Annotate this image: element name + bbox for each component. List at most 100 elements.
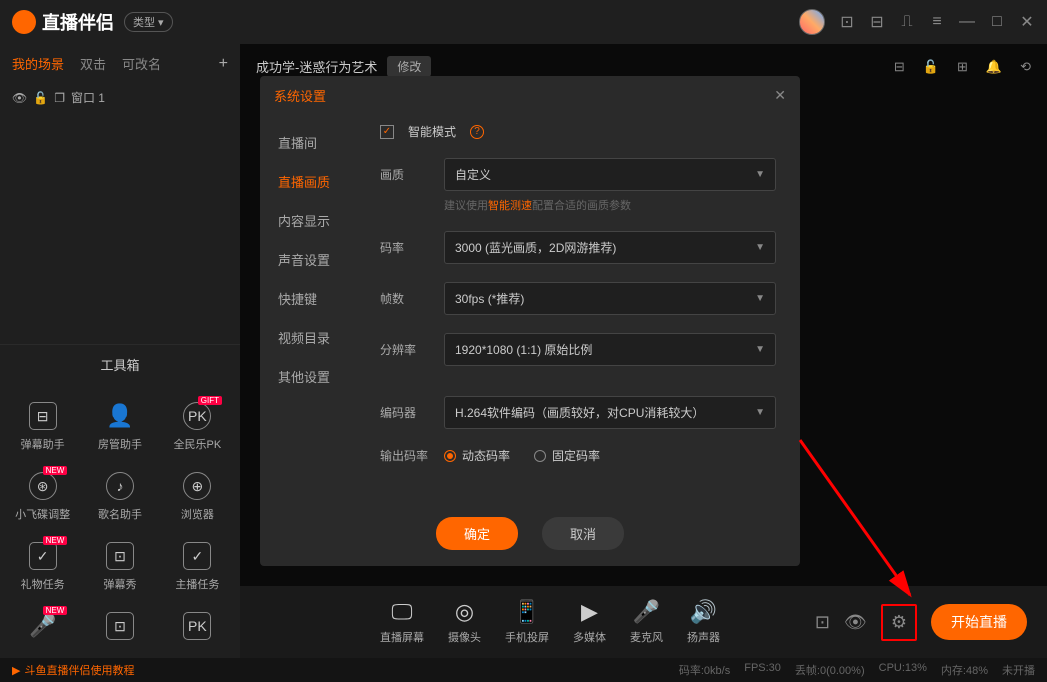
titlebar: 直播伴侣 类型▾ ⊡ ⊟ ⎍ ≡ — □ ✕ [0, 0, 1047, 44]
modal-nav: 直播间 直播画质 内容显示 声音设置 快捷键 视频目录 其他设置 [260, 115, 372, 501]
status-drop: 丢帧:0(0.00%) [795, 662, 865, 678]
tool-more1[interactable]: ⊡ [81, 602, 158, 650]
tool-mic[interactable]: NEW🎤 [4, 602, 81, 650]
share-icon[interactable]: ⟲ [1020, 59, 1031, 75]
radio-unchecked-icon [534, 450, 546, 462]
music-icon: ♪ [106, 472, 134, 500]
content-toolbar: ⊟ 🔓 ⊞ 🔔 ⟲ [894, 59, 1031, 75]
nav-video-dir[interactable]: 视频目录 [260, 318, 372, 357]
camera-icon: ◎ [455, 599, 474, 625]
scene-tab-dblclick[interactable]: 双击 [80, 54, 106, 73]
tool-danmu-helper[interactable]: ⊟弹幕助手 [4, 392, 81, 462]
help-icon[interactable]: ? [470, 125, 484, 139]
window-icon: ❐ [54, 91, 65, 105]
mic-icon: 🎤 [29, 612, 57, 640]
bitrate-label: 码率 [380, 239, 430, 256]
scene-tab-rename[interactable]: 可改名 [122, 54, 161, 73]
pk2-icon: PK [183, 612, 211, 640]
nav-hotkey[interactable]: 快捷键 [260, 279, 372, 318]
tool-song[interactable]: ♪歌名助手 [81, 462, 158, 532]
layout-icon[interactable]: ⊞ [957, 59, 968, 75]
media-phone[interactable]: 📱手机投屏 [505, 599, 549, 645]
chevron-down-icon: ▼ [755, 344, 765, 355]
monitor-icon[interactable]: ⊟ [869, 14, 885, 30]
eye-icon[interactable]: 👁 [12, 91, 27, 105]
task-icon: ✓ [183, 542, 211, 570]
tool-host-task[interactable]: ✓主播任务 [159, 532, 236, 602]
lock-icon[interactable]: 🔓 [33, 91, 48, 105]
statusbar: ▶ 斗鱼直播伴侣使用教程 码率:0kb/s FPS:30 丢帧:0(0.00%)… [0, 658, 1047, 682]
smart-mode-label: 智能模式 [408, 123, 456, 140]
ok-button[interactable]: 确定 [436, 517, 518, 550]
tool-browser[interactable]: ⊕浏览器 [159, 462, 236, 532]
radio-checked-icon [444, 450, 456, 462]
globe-icon: ⊕ [183, 472, 211, 500]
settings-gear-icon[interactable]: ⚙ [881, 604, 917, 641]
tool-danmu-show[interactable]: ⊡弹幕秀 [81, 532, 158, 602]
minimize-icon[interactable]: — [959, 14, 975, 30]
media-multi[interactable]: ▶多媒体 [573, 599, 606, 645]
bottom-bar: 🖵直播屏幕 ◎摄像头 📱手机投屏 ▶多媒体 🎤麦克风 🔊扬声器 ⊡ 👁 ⚙ 开始… [240, 586, 1047, 658]
smart-mode-checkbox[interactable]: ✓ [380, 125, 394, 139]
modal-form: ✓ 智能模式 ? 画质 自定义▼ 建议使用智能测速配置合适的画质参数 码率 30… [372, 115, 800, 501]
nav-audio[interactable]: 声音设置 [260, 240, 372, 279]
media-camera[interactable]: ◎摄像头 [448, 599, 481, 645]
type-button[interactable]: 类型▾ [124, 12, 173, 32]
encoder-select[interactable]: H.264软件编码（画质较好，对CPU消耗较大）▼ [444, 396, 776, 429]
unlock-icon[interactable]: 🔓 [923, 59, 939, 75]
modify-button[interactable]: 修改 [387, 56, 431, 77]
close-icon[interactable]: ✕ [1019, 14, 1035, 30]
scene-tabs: 我的场景 双击 可改名 + [0, 44, 240, 81]
speedtest-link[interactable]: 智能测速 [488, 200, 532, 212]
menu-icon[interactable]: ≡ [929, 14, 945, 30]
status-state: 未开播 [1002, 662, 1035, 678]
screen-icon[interactable]: ⊡ [839, 14, 855, 30]
tool-gift-task[interactable]: NEW✓礼物任务 [4, 532, 81, 602]
resolution-select[interactable]: 1920*1080 (1:1) 原始比例▼ [444, 333, 776, 366]
status-bitrate: 码率:0kb/s [679, 662, 730, 678]
mic-muted-icon: 🎤 [633, 599, 660, 625]
status-fps: FPS:30 [744, 662, 781, 678]
fps-label: 帧数 [380, 290, 430, 307]
preview-icon[interactable]: 👁 [844, 612, 867, 633]
nav-quality[interactable]: 直播画质 [260, 162, 372, 201]
scene-tab-my[interactable]: 我的场景 [12, 54, 64, 73]
tool-room-manager[interactable]: 👤房管助手 [81, 392, 158, 462]
source-item[interactable]: 👁 🔓 ❐ 窗口 1 [12, 85, 228, 110]
media-mic[interactable]: 🎤麦克风 [630, 599, 663, 645]
person-icon: 👤 [106, 402, 134, 430]
speaker-muted-icon: 🔊 [690, 599, 717, 625]
tool-pk[interactable]: GIFTPK全民乐PK [159, 392, 236, 462]
start-stream-button[interactable]: 开始直播 [931, 604, 1027, 640]
fps-select[interactable]: 30fps (*推荐)▼ [444, 282, 776, 315]
bitrate-select[interactable]: 3000 (蓝光画质，2D网游推荐)▼ [444, 231, 776, 264]
app-logo: 直播伴侣 [12, 9, 114, 35]
tutorial-link[interactable]: ▶ 斗鱼直播伴侣使用教程 [12, 662, 134, 678]
shirt-icon[interactable]: ⎍ [899, 14, 915, 30]
titlebar-right: ⊡ ⊟ ⎍ ≡ — □ ✕ [799, 9, 1035, 35]
add-scene-button[interactable]: + [219, 55, 228, 73]
record-icon[interactable]: ⊡ [815, 612, 830, 633]
bell-icon[interactable]: 🔔 [986, 59, 1002, 75]
nav-other[interactable]: 其他设置 [260, 357, 372, 396]
user-avatar[interactable] [799, 9, 825, 35]
media-speaker[interactable]: 🔊扬声器 [687, 599, 720, 645]
nav-room[interactable]: 直播间 [260, 123, 372, 162]
cancel-button[interactable]: 取消 [542, 517, 624, 550]
modal-close-button[interactable]: ✕ [774, 87, 786, 104]
nav-display[interactable]: 内容显示 [260, 201, 372, 240]
chevron-down-icon: ▼ [755, 242, 765, 253]
radio-dynamic[interactable]: 动态码率 [444, 447, 510, 464]
pk-icon: PK [183, 402, 211, 430]
maximize-icon[interactable]: □ [989, 14, 1005, 30]
toolbox: 工具箱 ⊟弹幕助手 👤房管助手 GIFTPK全民乐PK NEW⊛小飞碟调整 ♪歌… [0, 344, 240, 658]
tool-ufo[interactable]: NEW⊛小飞碟调整 [4, 462, 81, 532]
media-screen[interactable]: 🖵直播屏幕 [380, 599, 424, 645]
source-list: 👁 🔓 ❐ 窗口 1 [0, 81, 240, 114]
play-icon: ▶ [581, 599, 598, 625]
quality-select[interactable]: 自定义▼ [444, 158, 776, 191]
msg-icon[interactable]: ⊟ [894, 59, 905, 75]
radio-fixed[interactable]: 固定码率 [534, 447, 600, 464]
tool-pk2[interactable]: PK [159, 602, 236, 650]
encoder-label: 编码器 [380, 404, 430, 421]
